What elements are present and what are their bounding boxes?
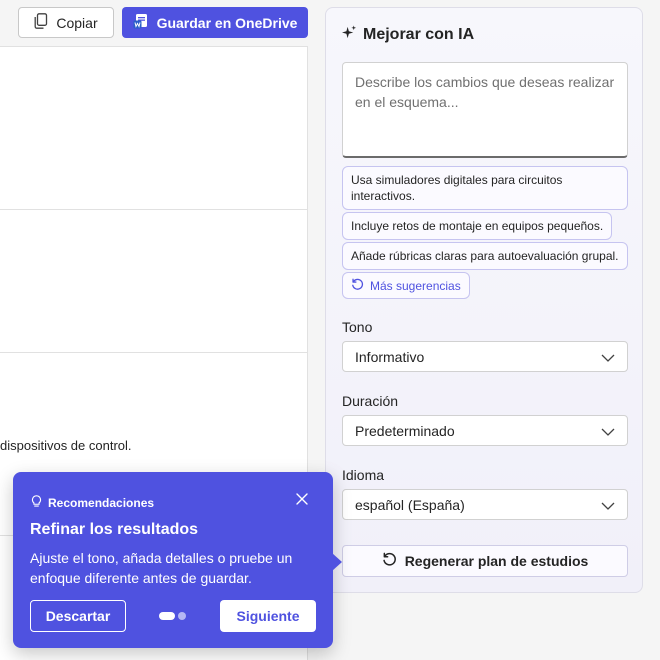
- suggestion-chip-label: Usa simuladores digitales para circuitos…: [351, 173, 563, 203]
- panel-title: Mejorar con IA: [363, 26, 475, 43]
- suggestion-chip[interactable]: Añade rúbricas claras para autoevaluació…: [342, 242, 628, 270]
- document-toolbar: Copiar Guardar en OneDrive: [0, 0, 308, 40]
- popover-title: Refinar los resultados: [30, 521, 199, 538]
- save-to-onedrive-button[interactable]: Guardar en OneDrive: [122, 7, 308, 38]
- more-suggestions-button[interactable]: Más sugerencias: [342, 272, 470, 299]
- copy-button-label: Copiar: [56, 14, 98, 31]
- regenerate-label: Regenerar plan de estudios: [404, 553, 589, 569]
- prompt-input[interactable]: [342, 62, 628, 158]
- dismiss-button-label: Descartar: [45, 608, 111, 624]
- next-button[interactable]: Siguiente: [220, 600, 316, 632]
- step-dot-active: [159, 612, 175, 620]
- refresh-icon: [382, 552, 397, 570]
- improve-with-ai-panel: Mejorar con IA Usa simuladores digitales…: [325, 7, 643, 593]
- close-icon: [295, 493, 309, 510]
- popover-eyebrow-label: Recomendaciones: [48, 496, 155, 510]
- copy-icon: [34, 13, 48, 32]
- chevron-down-icon: [601, 423, 615, 439]
- popover-body: Ajuste el tono, añada detalles o pruebe …: [30, 550, 293, 586]
- language-selected-value: español (España): [355, 496, 465, 513]
- suggestion-chip[interactable]: Usa simuladores digitales para circuitos…: [342, 166, 628, 210]
- tone-selected-value: Informativo: [355, 348, 425, 365]
- step-dot: [178, 612, 186, 620]
- section-divider: [0, 352, 307, 353]
- step-indicator: [159, 612, 186, 620]
- document-text-line: dispositivos de control.: [0, 438, 132, 453]
- lightbulb-icon: [31, 495, 42, 511]
- tone-label: Tono: [342, 319, 373, 335]
- language-dropdown[interactable]: español (España): [342, 489, 628, 520]
- word-onedrive-icon: [133, 13, 149, 32]
- suggestion-chip-label: Añade rúbricas claras para autoevaluació…: [351, 249, 619, 263]
- chevron-down-icon: [601, 497, 615, 513]
- recommendations-popover: Recomendaciones Refinar los resultados A…: [13, 472, 342, 648]
- save-to-onedrive-label: Guardar en OneDrive: [156, 14, 298, 31]
- duration-selected-value: Predeterminado: [355, 422, 455, 439]
- dismiss-button[interactable]: Descartar: [30, 600, 126, 632]
- more-suggestions-label: Más sugerencias: [370, 278, 461, 293]
- duration-dropdown[interactable]: Predeterminado: [342, 415, 628, 446]
- chevron-down-icon: [601, 349, 615, 365]
- refresh-icon: [351, 278, 364, 294]
- regenerate-curriculum-button[interactable]: Regenerar plan de estudios: [342, 545, 628, 577]
- panel-header: Mejorar con IA: [342, 25, 474, 45]
- sparkle-icon: [342, 25, 357, 45]
- suggestion-chip[interactable]: Incluye retos de montaje en equipos pequ…: [342, 212, 613, 240]
- next-button-label: Siguiente: [236, 608, 300, 624]
- section-divider: [0, 209, 307, 210]
- popover-beak: [332, 553, 342, 571]
- close-popover-button[interactable]: [295, 492, 309, 511]
- language-label: Idioma: [342, 467, 385, 483]
- copy-button[interactable]: Copiar: [18, 7, 114, 38]
- duration-label: Duración: [342, 393, 399, 409]
- tone-dropdown[interactable]: Informativo: [342, 341, 628, 372]
- suggestion-chip-label: Incluye retos de montaje en equipos pequ…: [351, 219, 604, 233]
- popover-eyebrow: Recomendaciones: [31, 495, 154, 511]
